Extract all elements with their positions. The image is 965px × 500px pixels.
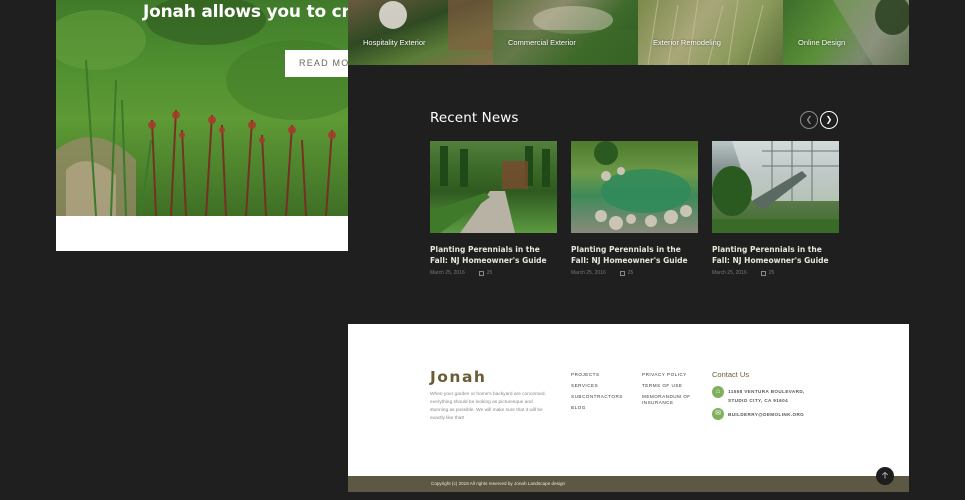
news-comments[interactable]: 25 [760, 270, 775, 276]
news-comments[interactable]: 25 [478, 270, 493, 276]
garden-path-image [430, 141, 557, 233]
news-meta: March 25, 2016 25 [430, 270, 557, 276]
news-meta: March 25, 2016 25 [712, 270, 839, 276]
footer-link-services[interactable]: SERVICES [571, 383, 633, 389]
hero-garden-image [56, 0, 348, 216]
comment-count: 25 [768, 270, 775, 276]
footer-brand[interactable]: Jonah [430, 368, 486, 386]
location-icon: ⌂ [712, 386, 724, 398]
footer-about-text: When your garden or home's backyard are … [430, 392, 546, 421]
news-image[interactable] [430, 141, 557, 233]
news-date: March 25, 2016 [571, 270, 606, 276]
news-title[interactable]: Planting Perennials in the Fall: NJ Home… [571, 244, 698, 266]
mail-icon: ✉ [712, 408, 724, 420]
site-footer: Jonah When your garden or home's backyar… [348, 324, 909, 476]
footer-link-subcontractors[interactable]: SUBCONTRACTORS [571, 394, 633, 400]
contact-email: ✉ BUILDERRY@DEMOLINK.ORG [712, 408, 804, 420]
footer-link-privacy[interactable]: PRIVACY POLICY [642, 372, 704, 378]
footer-link-projects[interactable]: PROJECTS [571, 372, 633, 378]
arrow-up-icon: 🡡 [881, 470, 889, 480]
contact-address: ⌂ 11558 VENTURA BOULEVARD, STUDIO CITY, … [712, 386, 805, 405]
project-tile-online-design[interactable]: Online Design [783, 0, 909, 65]
project-image [647, 0, 764, 65]
hero-title: Jonah allows you to create [143, 2, 348, 22]
garden-illustration [56, 0, 348, 216]
comment-count: 25 [486, 270, 493, 276]
glass-building-image [712, 141, 839, 233]
garden-pond-image [594, 141, 692, 230]
news-next-button[interactable]: ❯ [820, 111, 838, 129]
news-comments[interactable]: 25 [619, 270, 634, 276]
footer-links-primary: PROJECTS SERVICES SUBCONTRACTORS BLOG [571, 372, 633, 416]
project-tile-hospitality[interactable]: Hospitality Exterior [348, 0, 493, 65]
project-image [493, 6, 638, 65]
footer-links-legal: PRIVACY POLICY TERMS OF USE MEMORANDUM O… [642, 372, 704, 411]
news-meta: March 25, 2016 25 [571, 270, 698, 276]
news-card[interactable]: Planting Perennials in the Fall: NJ Home… [430, 141, 557, 276]
project-tile-commercial[interactable]: Commercial Exterior [493, 0, 638, 65]
news-image[interactable] [571, 141, 698, 233]
news-date: March 25, 2016 [430, 270, 465, 276]
news-card[interactable]: Planting Perennials in the Fall: NJ Home… [712, 141, 839, 276]
project-image [379, 0, 493, 50]
project-tile-remodeling[interactable]: Exterior Remodeling [638, 0, 783, 65]
back-to-top-button[interactable]: 🡡 [876, 467, 894, 485]
project-label: Exterior Remodeling [653, 38, 721, 47]
email-link[interactable]: BUILDERRY@DEMOLINK.ORG [728, 408, 804, 419]
address-line-2: STUDIO CITY, CA 91604 [728, 398, 789, 403]
news-card[interactable]: Planting Perennials in the Fall: NJ Home… [571, 141, 698, 276]
project-label: Hospitality Exterior [363, 38, 426, 47]
news-image[interactable] [712, 141, 839, 233]
comment-icon [760, 270, 766, 276]
project-label: Commercial Exterior [508, 38, 576, 47]
contact-title: Contact Us [712, 370, 750, 379]
hero-slide: Jonah allows you to create READ MORE [56, 0, 348, 251]
comment-icon [478, 270, 484, 276]
comment-count: 25 [627, 270, 634, 276]
news-prev-button[interactable]: ❮ [800, 111, 818, 129]
project-image [833, 0, 909, 65]
project-label: Online Design [798, 38, 846, 47]
read-more-button[interactable]: READ MORE [285, 50, 348, 77]
projects-strip: Hospitality Exterior Commercial Exterior… [348, 0, 909, 65]
comment-icon [619, 270, 625, 276]
news-title[interactable]: Planting Perennials in the Fall: NJ Home… [712, 244, 839, 266]
chevron-right-icon: ❯ [825, 115, 833, 124]
recent-news-title: Recent News [430, 110, 519, 126]
news-date: March 25, 2016 [712, 270, 747, 276]
address-line-1: 11558 VENTURA BOULEVARD, [728, 389, 805, 394]
chevron-left-icon: ❮ [805, 115, 813, 124]
news-title[interactable]: Planting Perennials in the Fall: NJ Home… [430, 244, 557, 266]
copyright-bar: Copyright (c) 2016 All rights reserved b… [348, 476, 909, 492]
footer-link-insurance[interactable]: MEMORANDUM OF INSURANCE [642, 394, 704, 406]
copyright-text: Copyright (c) 2016 All rights reserved b… [431, 481, 566, 486]
footer-link-terms[interactable]: TERMS OF USE [642, 383, 704, 389]
footer-link-blog[interactable]: BLOG [571, 405, 633, 411]
